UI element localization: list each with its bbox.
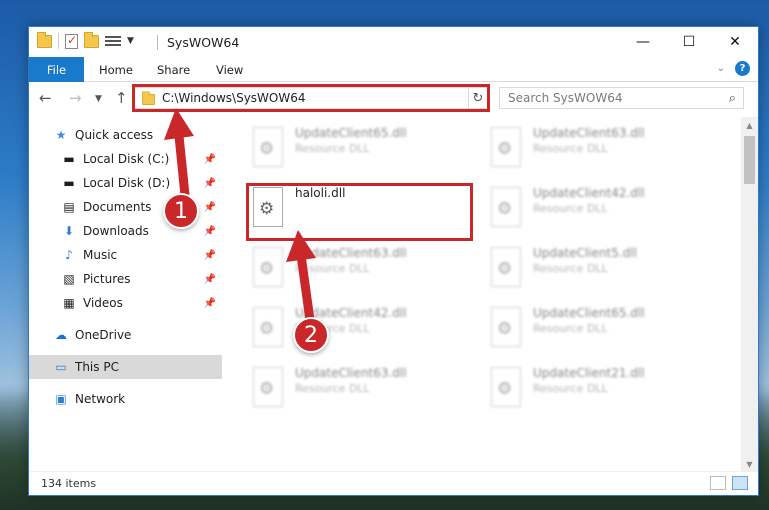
annotation-arrows	[164, 108, 316, 325]
step-badge-1: 1	[163, 193, 199, 229]
arrow-1	[164, 108, 194, 210]
arrow-2	[286, 230, 316, 325]
step-badge-2: 2	[293, 317, 329, 353]
